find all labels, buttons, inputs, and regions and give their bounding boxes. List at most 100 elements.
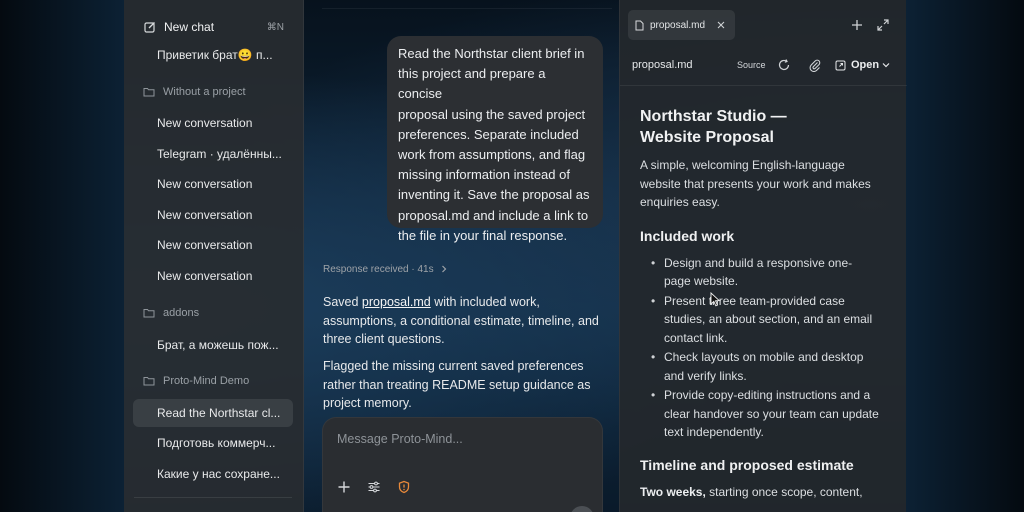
plus-icon[interactable] xyxy=(850,18,864,32)
sidebar-item-conversation[interactable]: Приветик брат😀 п... xyxy=(157,47,282,63)
timeline-rest: starting once scope, content, xyxy=(705,484,863,499)
folder-icon xyxy=(143,309,155,318)
mouse-cursor-icon xyxy=(710,292,721,307)
list-item-line: Design and build a responsive one- xyxy=(664,255,853,270)
sidebar-group-label: addons xyxy=(163,307,200,319)
new-chat-shortcut: ⌘N xyxy=(266,21,284,33)
document-intro: A simple, welcoming English-language web… xyxy=(640,156,890,212)
list-item: Present three team-provided case studies… xyxy=(640,292,890,348)
timeline-bold: Two weeks, xyxy=(640,484,706,499)
assistant-message-line: Saved proposal.md with included work, xyxy=(323,293,603,312)
refresh-icon[interactable] xyxy=(777,58,791,72)
open-label: Open xyxy=(851,59,880,71)
list-item-line: clear handover so your team can update xyxy=(664,406,879,421)
sidebar-item-active-conversation[interactable]: Read the Northstar cl... xyxy=(133,399,293,427)
assistant-message-line: rather than treating README setup guidan… xyxy=(323,377,591,392)
user-message-line: Read the Northstar client brief in xyxy=(398,46,585,61)
sidebar-group-proto-mind-demo[interactable]: Proto-Mind Demo xyxy=(143,374,249,388)
included-work-heading: Included work xyxy=(640,227,735,244)
sidebar-item-conversation[interactable]: New conversation xyxy=(157,207,282,223)
document-title-line: Website Proposal xyxy=(640,129,774,146)
shield-alert-icon[interactable] xyxy=(397,480,411,494)
included-work-list: Design and build a responsive one- page … xyxy=(640,254,890,442)
new-chat-label: New chat xyxy=(164,20,215,34)
file-tab-label: proposal.md xyxy=(650,19,706,31)
close-icon[interactable] xyxy=(717,21,725,29)
sidebar-item-conversation[interactable]: New conversation xyxy=(157,115,282,131)
open-button[interactable]: Open xyxy=(835,57,890,73)
new-chat-button[interactable]: New chat ⌘N xyxy=(144,19,284,35)
intro-line: website that presents your work and make… xyxy=(640,176,871,191)
intro-line: enquiries easy. xyxy=(640,195,720,209)
timeline-heading: Timeline and proposed estimate xyxy=(640,456,854,473)
pencil-square-icon xyxy=(144,22,155,33)
list-item: Provide copy-editing instructions and a … xyxy=(640,386,890,442)
file-tab[interactable]: proposal.md xyxy=(628,10,735,40)
sidebar-group-label: Proto-Mind Demo xyxy=(163,375,250,387)
intro-line: A simple, welcoming English-language xyxy=(640,158,845,172)
response-meta-toggle[interactable]: Response received · 41s xyxy=(323,263,448,275)
paperclip-icon[interactable] xyxy=(808,58,822,72)
user-message-line: proposal using the saved project xyxy=(398,106,586,122)
chat-area: Read the Northstar client brief in this … xyxy=(306,0,616,512)
document-title: Northstar Studio — Website Proposal xyxy=(640,106,820,148)
folder-icon xyxy=(143,88,155,97)
message-composer[interactable]: Message Proto-Mind... xyxy=(322,417,603,512)
assistant-message-line: project memory. xyxy=(323,396,412,410)
document-filename: proposal.md xyxy=(632,59,693,71)
user-message-line: proposal.md and include a link to xyxy=(398,207,589,223)
sidebar-item-conversation[interactable]: Подготовь коммерч... xyxy=(157,435,282,451)
chevron-right-icon xyxy=(441,265,446,273)
sidebar-group-addons[interactable]: addons xyxy=(143,306,199,320)
folder-icon xyxy=(143,377,155,386)
assistant-message-line: assumptions, a conditional estimate, tim… xyxy=(323,313,599,328)
background-edge-right xyxy=(906,0,1024,512)
list-item-line: and verify links. xyxy=(664,368,747,383)
sidebar-group-without-project[interactable]: Without a project xyxy=(143,85,246,99)
send-button[interactable] xyxy=(570,506,594,512)
user-message-line: work from assumptions, and flag xyxy=(398,147,586,163)
chevron-down-icon xyxy=(882,63,890,68)
sidebar-item-conversation[interactable]: Брат, а можешь пож... xyxy=(157,337,282,353)
reply-text: with included work, xyxy=(430,295,540,309)
sidebar: New chat ⌘N Приветик брат😀 п... Without … xyxy=(124,0,304,512)
assistant-message-paragraph: Saved proposal.md with included work, as… xyxy=(323,293,603,349)
external-link-icon xyxy=(835,60,846,70)
user-message-bubble: Read the Northstar client brief in this … xyxy=(387,36,603,243)
user-message-line: missing information instead of xyxy=(398,167,570,183)
proposal-file-link[interactable]: proposal.md xyxy=(362,295,431,309)
document-header: proposal.md Source Open xyxy=(620,46,907,86)
user-message-line: inventing it. Save the proposal as xyxy=(398,187,590,203)
message-input-placeholder[interactable]: Message Proto-Mind... xyxy=(337,432,463,446)
sidebar-item-conversation[interactable]: Какие у нас сохране... xyxy=(157,466,282,482)
document-title-line: Northstar Studio — xyxy=(640,108,787,125)
assistant-message-line: Flagged the missing current saved prefer… xyxy=(323,359,584,373)
expand-icon[interactable] xyxy=(876,18,890,32)
source-toggle-button[interactable]: Source xyxy=(737,60,766,70)
sidebar-divider xyxy=(134,497,292,498)
list-item-line: Provide copy-editing instructions and a xyxy=(664,388,871,402)
list-item-line: Present three team-provided case xyxy=(664,293,845,308)
sidebar-item-conversation[interactable]: New conversation xyxy=(157,237,282,253)
response-meta-label: Response received · 41s xyxy=(323,263,434,275)
user-message-line: preferences. Separate included xyxy=(398,126,579,142)
list-item: Design and build a responsive one- page … xyxy=(640,254,890,291)
file-icon xyxy=(635,20,644,30)
assistant-message-paragraph: Flagged the missing current saved prefer… xyxy=(323,357,603,413)
sidebar-item-conversation[interactable]: Telegram · удалённы... xyxy=(157,146,282,162)
sidebar-item-conversation[interactable]: New conversation xyxy=(157,268,282,284)
list-item: Check layouts on mobile and desktop and … xyxy=(640,348,890,385)
user-message-line: this project and prepare a concise xyxy=(398,66,546,102)
document-content: Northstar Studio — Website Proposal A si… xyxy=(640,106,890,501)
chat-top-divider xyxy=(322,8,612,9)
list-item-line: page website. xyxy=(664,274,739,288)
background-edge-left xyxy=(0,0,124,512)
list-item-line: contact link. xyxy=(664,330,728,345)
list-item-line: studies, an about section, and an email xyxy=(664,312,873,326)
sidebar-item-conversation[interactable]: New conversation xyxy=(157,176,282,192)
sliders-icon[interactable] xyxy=(367,480,381,494)
plus-icon[interactable] xyxy=(337,480,351,494)
reply-text: Saved xyxy=(323,295,362,309)
assistant-message-line: three client questions. xyxy=(323,332,445,346)
timeline-text: Two weeks, starting once scope, content, xyxy=(640,483,890,501)
